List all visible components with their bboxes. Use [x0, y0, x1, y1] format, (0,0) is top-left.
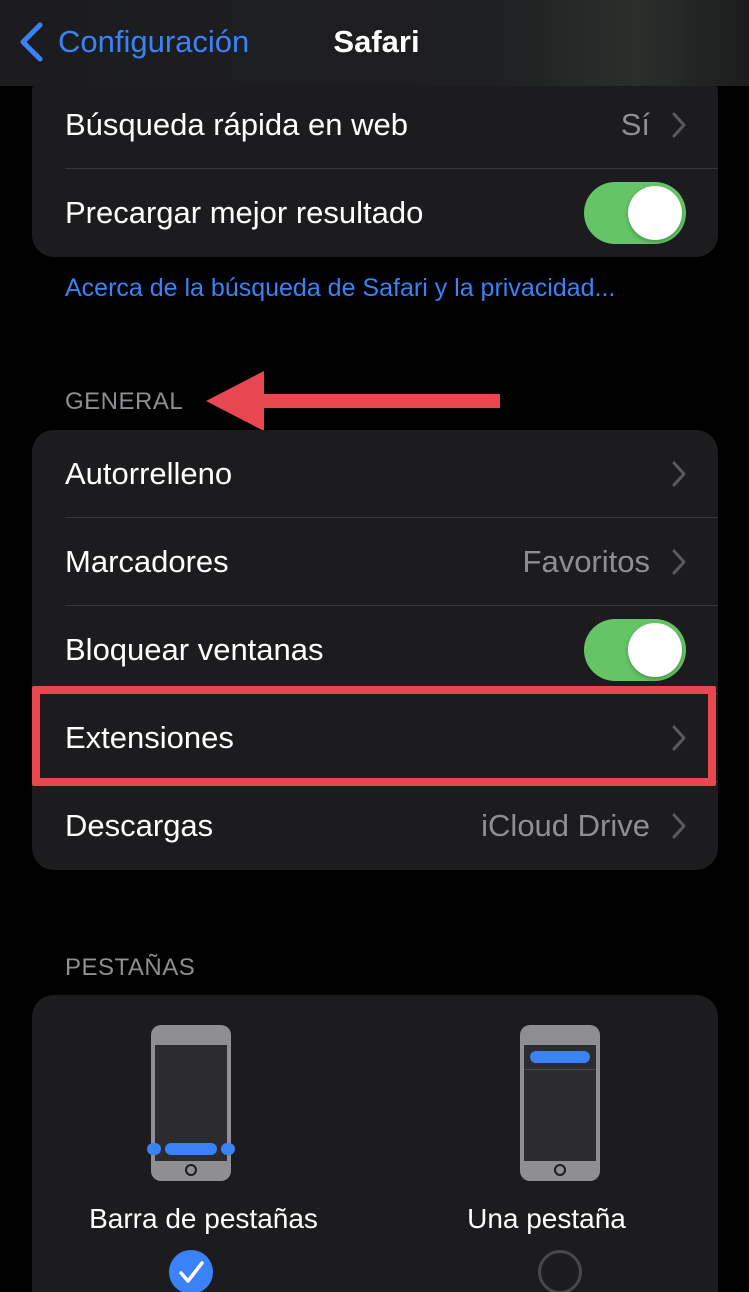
row-autofill[interactable]: Autorrelleno [32, 430, 718, 518]
section-header-general: GENERAL [65, 388, 184, 415]
safari-settings-page: Configuración Safari Búsqueda rápida en … [0, 0, 749, 1292]
navigation-bar: Configuración Safari [0, 0, 749, 86]
home-button [185, 1164, 197, 1176]
tabs-layout-group: Barra de pestañas Una pestaña [32, 995, 718, 1292]
page-title-text: Safari [333, 24, 420, 59]
row-downloads[interactable]: Descargas iCloud Drive [32, 782, 718, 870]
privacy-link[interactable]: Acerca de la búsqueda de Safari y la pri… [65, 274, 615, 303]
row-label: Descargas [65, 808, 214, 843]
toggle-knob [628, 186, 682, 240]
checkmark-icon [179, 1261, 204, 1283]
chevron-right-icon [672, 112, 686, 138]
tab-pill-left [147, 1143, 161, 1155]
annotation-arrow-icon [206, 371, 500, 431]
row-quick-web-search[interactable]: Búsqueda rápida en web Sí [32, 81, 718, 169]
row-value: Sí [620, 107, 650, 142]
row-preload-top-hit: Precargar mejor resultado [32, 169, 718, 257]
chevron-right-icon [672, 549, 686, 575]
search-settings-group: Búsqueda rápida en web Sí Precargar mejo… [32, 70, 718, 257]
row-label: Extensiones [65, 720, 234, 755]
phone-divider [524, 1069, 596, 1070]
phone-single-tab-icon [520, 1025, 600, 1181]
preload-toggle[interactable] [584, 182, 686, 244]
toggle-knob [628, 623, 682, 677]
row-bookmarks[interactable]: Marcadores Favoritos [32, 518, 718, 606]
section-header-tabs: PESTAÑAS [65, 954, 196, 981]
phone-tab-bar-icon [147, 1025, 235, 1181]
address-pill [530, 1051, 590, 1063]
chevron-right-icon [672, 725, 686, 751]
row-value: iCloud Drive [481, 808, 650, 843]
tab-option-label: Barra de pestañas [89, 1203, 318, 1234]
chevron-right-icon [672, 461, 686, 487]
row-label: Autorrelleno [65, 456, 233, 491]
row-label: Búsqueda rápida en web [65, 107, 408, 142]
row-value: Favoritos [522, 544, 650, 579]
tab-option-label: Una pestaña [467, 1203, 626, 1234]
chevron-right-icon [672, 813, 686, 839]
general-settings-group: Autorrelleno Marcadores Favoritos Bloque… [32, 430, 718, 870]
home-button [554, 1164, 566, 1176]
radio-unselected[interactable] [538, 1250, 582, 1292]
row-label: Bloquear ventanas [65, 632, 324, 667]
row-block-popups: Bloquear ventanas [32, 606, 718, 694]
row-label: Marcadores [65, 544, 229, 579]
radio-selected[interactable] [169, 1250, 213, 1292]
tab-pill-right [221, 1143, 235, 1155]
page-title: Safari [0, 24, 749, 60]
row-extensions[interactable]: Extensiones [32, 694, 718, 782]
row-label: Precargar mejor resultado [65, 195, 424, 230]
tab-pill-center [165, 1143, 217, 1155]
block-popups-toggle[interactable] [584, 619, 686, 681]
